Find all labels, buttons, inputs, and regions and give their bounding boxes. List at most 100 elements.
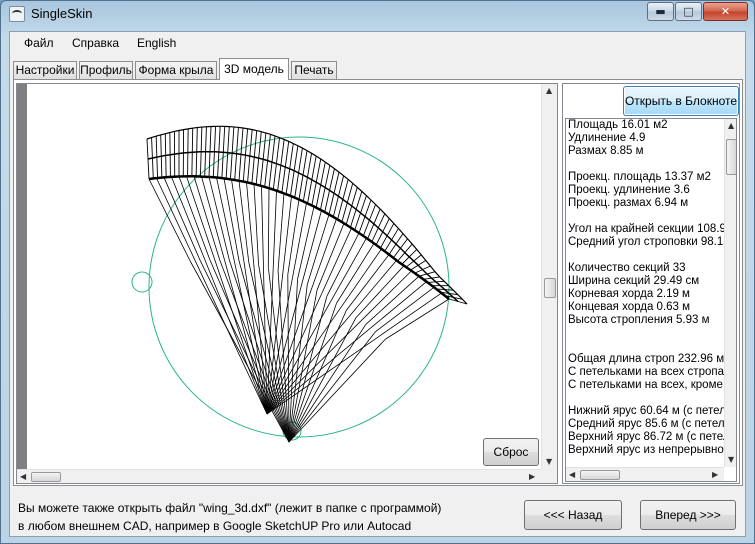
suspension-line bbox=[375, 286, 435, 332]
viewport-vertical-scrollbar[interactable]: ▲ ▼ bbox=[541, 84, 557, 469]
menu-english[interactable]: English bbox=[137, 36, 176, 50]
stat-line: Корневая хорда 2.19 м bbox=[568, 288, 690, 300]
stats-vertical-thumb[interactable] bbox=[726, 139, 736, 175]
stat-line: Средний угол строповки 98.15 bbox=[568, 236, 724, 248]
stat-line bbox=[568, 210, 724, 223]
suspension-line bbox=[321, 227, 352, 294]
viewport-vertical-thumb[interactable] bbox=[544, 278, 556, 298]
stat-line: Ширина секций 29.49 см bbox=[568, 275, 700, 287]
tab-settings[interactable]: Настройки bbox=[13, 61, 77, 80]
next-button[interactable]: Вперед >>> bbox=[640, 500, 736, 530]
reset-view-button[interactable]: Сброс bbox=[483, 438, 539, 466]
window-title: SingleSkin bbox=[31, 6, 93, 21]
close-button[interactable]: ✕ bbox=[703, 2, 748, 21]
maximize-button[interactable]: □ bbox=[675, 2, 702, 21]
suspension-line bbox=[316, 223, 345, 291]
suspension-line bbox=[253, 183, 259, 265]
stat-line: Концевая хорда 0.63 м bbox=[568, 301, 691, 313]
minimize-button[interactable]: ▬ bbox=[647, 2, 674, 21]
model-viewport[interactable]: ▲ ▼ ◀ ▶ Сброс bbox=[16, 83, 558, 484]
suspension-line bbox=[326, 232, 360, 297]
suspension-line bbox=[288, 338, 386, 443]
menu-help[interactable]: Справка bbox=[72, 36, 119, 50]
suspension-line bbox=[231, 179, 245, 262]
tab-panel-3d-model: ▲ ▼ ◀ ▶ Сброс Открыть в Блокноте Площадь… bbox=[13, 79, 743, 486]
suspension-line bbox=[370, 281, 427, 329]
stats-text: Площадь 16.01 м2 Удлинение 4.9 Размах 8.85… bbox=[568, 119, 724, 467]
open-in-notepad-button[interactable]: Открыть в Блокноте bbox=[623, 86, 739, 116]
suspension-line bbox=[385, 298, 450, 340]
stat-line: С петельками на всех стропах bbox=[568, 366, 724, 378]
stats-horizontal-scrollbar[interactable]: ◀ ▶ bbox=[566, 467, 724, 481]
suspension-line bbox=[228, 259, 290, 443]
suspension-line bbox=[380, 292, 442, 336]
stat-line: Угол на крайней секции 108.98 bbox=[568, 223, 724, 235]
stat-line bbox=[568, 158, 724, 171]
tab-3d-model[interactable]: 3D модель bbox=[219, 58, 289, 80]
stat-line bbox=[568, 392, 724, 405]
stat-line bbox=[568, 340, 724, 353]
menu-bar: Файл Справка English bbox=[10, 32, 745, 54]
menu-file[interactable]: Файл bbox=[24, 36, 54, 50]
suspension-line bbox=[266, 320, 362, 415]
canopy-trailing-edge bbox=[148, 175, 450, 300]
stat-line: Размах 8.85 м bbox=[568, 145, 644, 157]
suspension-line bbox=[266, 299, 333, 415]
tab-profile[interactable]: Профиль bbox=[79, 61, 133, 80]
suspension-line bbox=[199, 260, 290, 443]
suspension-line bbox=[360, 270, 412, 322]
stats-scroll-left-icon[interactable]: ◀ bbox=[569, 470, 575, 479]
title-bar[interactable]: SingleSkin ▬ □ ✕ bbox=[1, 1, 754, 27]
suspension-line bbox=[341, 248, 382, 307]
viewport-left-strip bbox=[17, 84, 27, 469]
stat-line: Площадь 16.01 м2 bbox=[568, 119, 668, 131]
suspension-line bbox=[186, 176, 216, 260]
viewport-horizontal-scrollbar[interactable]: ◀ ▶ bbox=[17, 469, 541, 483]
suspension-line bbox=[272, 190, 277, 269]
client-area: Файл Справка English Настройки Профиль Ф… bbox=[9, 31, 746, 537]
wing-3d-model[interactable] bbox=[27, 84, 540, 469]
suspension-line bbox=[193, 176, 220, 260]
scroll-up-arrow-icon[interactable]: ▲ bbox=[546, 86, 552, 95]
suspension-line bbox=[267, 188, 270, 268]
app-icon bbox=[9, 6, 25, 22]
footer-hint-line-1: Вы можете также открыть файл "wing_3d.dx… bbox=[18, 501, 442, 515]
suspension-line bbox=[156, 177, 196, 261]
viewport-horizontal-thumb[interactable] bbox=[31, 472, 61, 482]
suspension-line bbox=[214, 259, 268, 415]
suspension-line bbox=[171, 176, 206, 261]
stat-line: Количество секций 33 bbox=[568, 262, 686, 274]
suspension-line bbox=[292, 202, 307, 277]
stat-line: Удлинение 4.9 bbox=[568, 132, 646, 144]
tab-print[interactable]: Печать bbox=[291, 61, 337, 80]
stat-line: Нижний ярус 60.64 м (с петель bbox=[568, 405, 724, 417]
scroll-right-arrow-icon[interactable]: ▶ bbox=[529, 472, 535, 481]
back-button[interactable]: <<< Назад bbox=[524, 500, 622, 530]
stat-line: Высота стропления 5.93 м bbox=[568, 314, 710, 326]
stat-line: Верхний ярус из непрерывного bbox=[568, 444, 724, 456]
stats-scroll-down-icon[interactable]: ▼ bbox=[728, 455, 734, 464]
scroll-left-arrow-icon[interactable]: ◀ bbox=[20, 472, 26, 481]
stats-vertical-scrollbar[interactable]: ▲ ▼ bbox=[724, 119, 736, 467]
app-window: SingleSkin ▬ □ ✕ Файл Справка English На… bbox=[0, 0, 755, 544]
stats-horizontal-thumb[interactable] bbox=[580, 470, 620, 480]
stats-scroll-right-icon[interactable]: ▶ bbox=[712, 470, 718, 479]
footer-hint-line-2: в любом внешнем CAD, например в Google S… bbox=[18, 519, 412, 533]
scroll-down-arrow-icon[interactable]: ▼ bbox=[546, 457, 552, 466]
stats-textbox[interactable]: Площадь 16.01 м2 Удлинение 4.9 Размах 8.85… bbox=[565, 118, 737, 482]
stats-scroll-up-icon[interactable]: ▲ bbox=[728, 121, 734, 130]
stat-line: Проекц. размах 6.94 м bbox=[568, 197, 689, 209]
tab-wing-shape[interactable]: Форма крыла bbox=[135, 61, 217, 80]
tab-strip: Настройки Профиль Форма крыла 3D модель … bbox=[13, 58, 743, 80]
stat-line: Общая длина строп 232.96 м bbox=[568, 353, 724, 365]
suspension-line bbox=[204, 259, 268, 415]
stat-line bbox=[568, 327, 724, 340]
stats-panel: Открыть в Блокноте Площадь 16.01 м2 Удлин… bbox=[562, 83, 740, 484]
stat-line: Средний ярус 85.6 м (с петель bbox=[568, 418, 724, 430]
stat-line: Проекц. площадь 13.37 м2 bbox=[568, 171, 711, 183]
stat-line: Верхний ярус 86.72 м (с петель bbox=[568, 431, 724, 443]
suspension-line bbox=[365, 275, 420, 325]
stat-line: Проекц. удлинение 3.6 bbox=[568, 184, 690, 196]
stat-line bbox=[568, 249, 724, 262]
suspension-line bbox=[261, 185, 264, 266]
